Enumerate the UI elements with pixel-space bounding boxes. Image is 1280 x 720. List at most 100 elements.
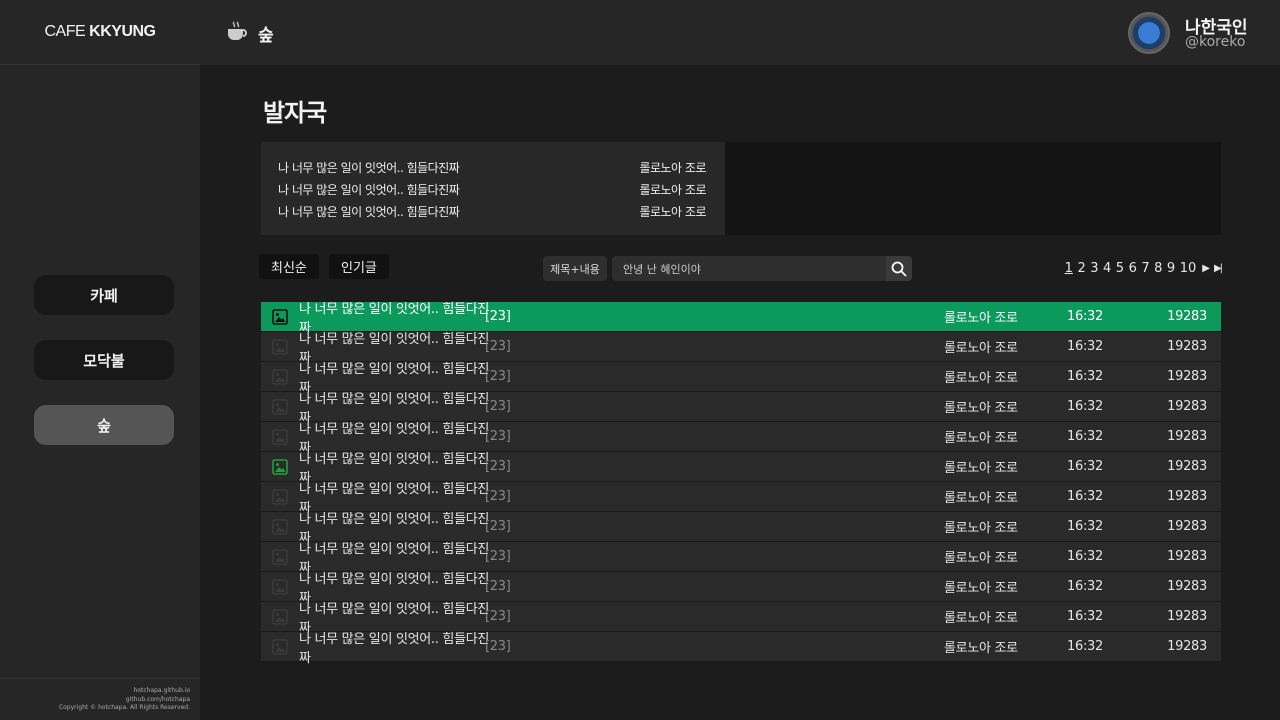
page-number[interactable]: 7 — [1141, 261, 1149, 276]
page-number[interactable]: 4 — [1103, 261, 1111, 276]
post-time: 16:32 — [1067, 489, 1103, 504]
post-title[interactable]: 나 너무 많은 일이 잇엇어.. 힘들다진짜 — [299, 628, 499, 666]
comment-count: [23] — [485, 609, 511, 624]
image-icon — [261, 548, 299, 565]
comment-count: [23] — [485, 339, 511, 354]
brand-light: CAFE — [44, 23, 86, 40]
post-author[interactable]: 롤로노아 조로 — [944, 637, 1018, 656]
image-icon — [261, 488, 299, 505]
notice-author: 롤로노아 조로 — [639, 161, 706, 175]
notice-row[interactable]: 나 너무 많은 일이 잇엇어.. 힘들다진짜 롤로노아 조로 — [261, 159, 725, 181]
post-author[interactable]: 롤로노아 조로 — [944, 307, 1018, 326]
comment-count: [23] — [485, 519, 511, 534]
image-icon — [261, 578, 299, 595]
page-title: 발자국 — [263, 99, 327, 127]
post-author[interactable]: 롤로노아 조로 — [944, 487, 1018, 506]
post-views: 19283 — [1167, 369, 1207, 384]
footer-github: github.com/hotchapa — [125, 695, 190, 703]
page-number[interactable]: 5 — [1116, 261, 1124, 276]
post-author[interactable]: 롤로노아 조로 — [944, 397, 1018, 416]
post-views: 19283 — [1167, 459, 1207, 474]
page-number[interactable]: 10 — [1180, 261, 1197, 276]
sidebar: CAFE KKYUNG 카페 모닥불 숲 hotchapa.github.io … — [0, 0, 200, 720]
post-time: 16:32 — [1067, 369, 1103, 384]
notice-row[interactable]: 나 너무 많은 일이 잇엇어.. 힘들다진짜 롤로노아 조로 — [261, 203, 725, 225]
comment-count: [23] — [485, 399, 511, 414]
post-author[interactable]: 롤로노아 조로 — [944, 367, 1018, 386]
last-page-icon[interactable]: ▶| — [1214, 263, 1223, 274]
category-title: 숲 — [258, 26, 274, 46]
pagination: 1 2 3 4 5 6 7 8 9 10 ▶ ▶| — [1060, 261, 1223, 276]
page-number[interactable]: 8 — [1154, 261, 1162, 276]
post-time: 16:32 — [1067, 459, 1103, 474]
user-handle: @koreko — [1185, 34, 1246, 50]
search-input[interactable] — [612, 256, 886, 281]
post-time: 16:32 — [1067, 549, 1103, 564]
page-number[interactable]: 1 — [1065, 261, 1073, 276]
comment-count: [23] — [485, 579, 511, 594]
table-row[interactable]: 나 너무 많은 일이 잇엇어.. 힘들다진짜 [23] 롤로노아 조로 16:3… — [261, 632, 1221, 666]
post-time: 16:32 — [1067, 639, 1103, 654]
search-box — [612, 256, 912, 281]
notice-author: 롤로노아 조로 — [639, 205, 706, 219]
post-author[interactable]: 롤로노아 조로 — [944, 517, 1018, 536]
post-time: 16:32 — [1067, 429, 1103, 444]
post-views: 19283 — [1167, 339, 1207, 354]
top-bar: 숲 나한국인 @koreko — [200, 0, 1280, 65]
post-author[interactable]: 롤로노아 조로 — [944, 547, 1018, 566]
post-time: 16:32 — [1067, 579, 1103, 594]
coffee-cup-icon — [226, 20, 250, 48]
post-views: 19283 — [1167, 429, 1207, 444]
next-page-icon[interactable]: ▶ — [1202, 263, 1210, 274]
brand-bold: KKYUNG — [89, 23, 156, 40]
page-number[interactable]: 2 — [1077, 261, 1085, 276]
comment-count: [23] — [485, 459, 511, 474]
comment-count: [23] — [485, 489, 511, 504]
image-icon — [261, 428, 299, 445]
notice-title: 나 너무 많은 일이 잇엇어.. 힘들다진짜 — [278, 161, 460, 175]
image-icon — [261, 608, 299, 625]
post-views: 19283 — [1167, 519, 1207, 534]
page-number[interactable]: 3 — [1090, 261, 1098, 276]
post-views: 19283 — [1167, 489, 1207, 504]
image-icon — [261, 458, 299, 475]
sidebar-item-forest[interactable]: 숲 — [34, 405, 174, 445]
search-button[interactable] — [886, 256, 912, 281]
post-author[interactable]: 롤로노아 조로 — [944, 427, 1018, 446]
post-time: 16:32 — [1067, 609, 1103, 624]
post-author[interactable]: 롤로노아 조로 — [944, 457, 1018, 476]
post-author[interactable]: 롤로노아 조로 — [944, 337, 1018, 356]
post-time: 16:32 — [1067, 309, 1103, 324]
post-views: 19283 — [1167, 399, 1207, 414]
notice-list: 나 너무 많은 일이 잇엇어.. 힘들다진짜 롤로노아 조로 나 너무 많은 일이… — [261, 142, 725, 235]
notice-panel: 나 너무 많은 일이 잇엇어.. 힘들다진짜 롤로노아 조로 나 너무 많은 일이… — [261, 142, 1221, 235]
image-icon — [261, 638, 299, 655]
post-views: 19283 — [1167, 609, 1207, 624]
page-number[interactable]: 6 — [1129, 261, 1137, 276]
sidebar-item-campfire[interactable]: 모닥불 — [34, 340, 174, 380]
post-views: 19283 — [1167, 639, 1207, 654]
search-type-select[interactable]: 제목+내용 — [543, 256, 607, 281]
comment-count: [23] — [485, 639, 511, 654]
post-views: 19283 — [1167, 579, 1207, 594]
notice-row[interactable]: 나 너무 많은 일이 잇엇어.. 힘들다진짜 롤로노아 조로 — [261, 181, 725, 203]
post-author[interactable]: 롤로노아 조로 — [944, 577, 1018, 596]
comment-count: [23] — [485, 549, 511, 564]
post-author[interactable]: 롤로노아 조로 — [944, 607, 1018, 626]
sidebar-item-cafe[interactable]: 카페 — [34, 275, 174, 315]
image-icon — [261, 308, 299, 325]
page-number[interactable]: 9 — [1167, 261, 1175, 276]
avatar[interactable] — [1128, 12, 1170, 54]
post-time: 16:32 — [1067, 399, 1103, 414]
post-views: 19283 — [1167, 309, 1207, 324]
comment-count: [23] — [485, 309, 511, 324]
image-icon — [261, 338, 299, 355]
image-icon — [261, 398, 299, 415]
image-icon — [261, 368, 299, 385]
comment-count: [23] — [485, 369, 511, 384]
footer-site: hotchapa.github.io — [133, 687, 190, 694]
sort-popular-button[interactable]: 인기글 — [329, 254, 389, 279]
comment-count: [23] — [485, 429, 511, 444]
sort-latest-button[interactable]: 최신순 — [259, 254, 319, 279]
brand-logo[interactable]: CAFE KKYUNG — [0, 0, 200, 65]
